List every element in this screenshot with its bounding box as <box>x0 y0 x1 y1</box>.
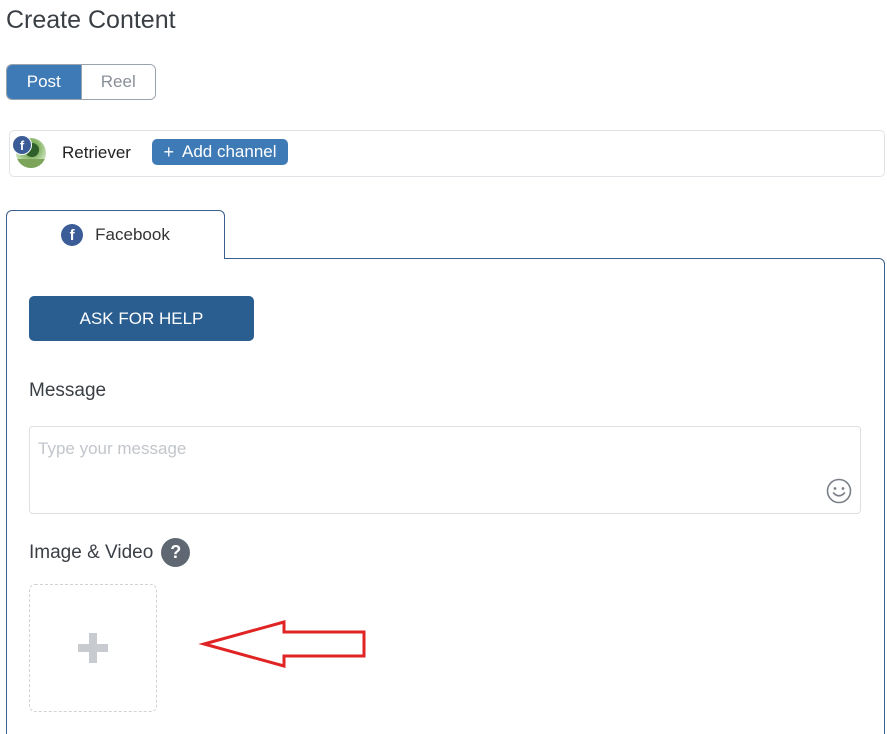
message-input[interactable] <box>30 427 860 513</box>
plus-icon: + <box>163 142 174 162</box>
plus-icon <box>78 633 108 663</box>
media-section-heading: Image & Video ? <box>29 538 191 567</box>
media-label: Image & Video <box>29 541 154 563</box>
channel-name: Retriever <box>62 143 131 162</box>
content-type-toggle: Post Reel <box>6 64 156 100</box>
add-channel-button[interactable]: + Add channel <box>152 139 288 165</box>
message-input-container <box>29 426 861 514</box>
reel-toggle-button[interactable]: Reel <box>80 65 155 99</box>
add-channel-label: Add channel <box>181 142 277 161</box>
annotation-arrow-icon <box>198 620 366 668</box>
post-toggle-button[interactable]: Post <box>7 65 81 99</box>
channel-selector <box>9 130 885 177</box>
emoji-icon[interactable] <box>826 478 852 504</box>
tab-facebook[interactable]: f Facebook <box>6 210 225 259</box>
message-label: Message <box>29 380 107 401</box>
tab-label: Facebook <box>95 225 170 244</box>
facebook-icon: f <box>12 135 32 155</box>
page-title: Create Content <box>6 6 176 34</box>
help-icon[interactable]: ? <box>161 538 191 567</box>
media-upload-button[interactable] <box>29 584 157 712</box>
facebook-icon: f <box>61 224 84 246</box>
ask-for-help-button[interactable]: ASK FOR HELP <box>29 296 254 341</box>
